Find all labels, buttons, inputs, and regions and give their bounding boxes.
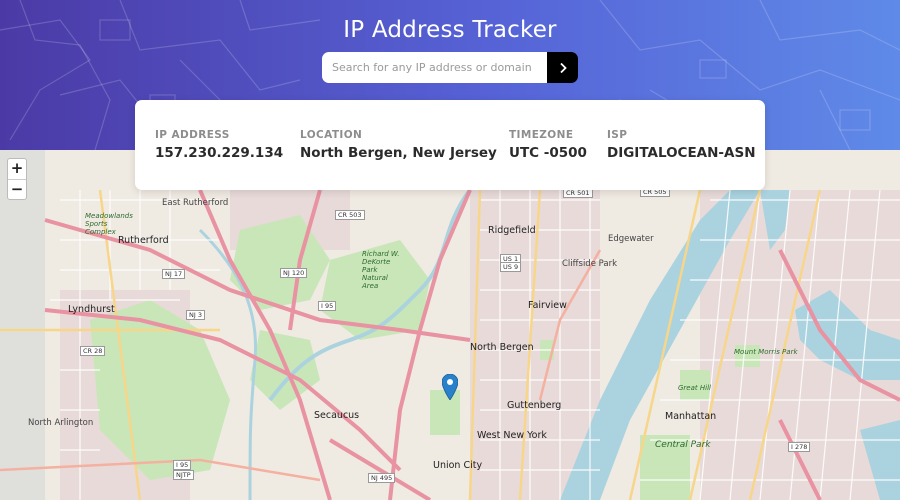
stat-label: LOCATION [300, 129, 363, 141]
map-label-rutherford: Rutherford [118, 235, 169, 246]
ip-info-card: IP ADDRESS 157.230.229.134 LOCATION Nort… [135, 100, 765, 190]
map-label-central-park: Central Park [655, 440, 711, 450]
search-input[interactable] [322, 52, 547, 83]
shield-nj3: NJ 3 [186, 310, 205, 320]
shield-cr28: CR 28 [80, 346, 106, 356]
map-label-north-arlington: North Arlington [28, 418, 94, 428]
map-label-meadowlands: Meadowlands Sports Complex [85, 212, 133, 236]
shield-nj17: NJ 17 [162, 269, 186, 279]
shield-i95a: I 95 [318, 301, 337, 311]
map-label-fairview: Fairview [528, 300, 567, 311]
search-submit-button[interactable] [547, 52, 578, 83]
stat-isp: ISP DIGITALOCEAN-ASN [607, 129, 756, 161]
map-label-richard-kane: Richard W. DeKorte Park Natural Area [362, 250, 400, 290]
stat-ip-address: IP ADDRESS 157.230.229.134 [155, 129, 283, 161]
map-label-north-bergen: North Bergen [470, 342, 534, 353]
shield-nj120: NJ 120 [280, 268, 308, 278]
shield-us9: US 9 [500, 262, 522, 272]
map-tiles [0, 150, 900, 500]
stat-label: TIMEZONE [509, 129, 574, 141]
location-marker-icon[interactable] [441, 373, 459, 404]
zoom-in-button[interactable]: + [8, 159, 26, 179]
shield-i95b: I 95 [173, 460, 192, 470]
stat-timezone: TIMEZONE UTC -0500 [509, 129, 587, 161]
map-label-cliffside-park: Cliffside Park [562, 259, 618, 269]
map-label-lyndhurst: Lyndhurst [68, 304, 115, 315]
stat-value: North Bergen, New Jersey [300, 145, 497, 161]
page-title: IP Address Tracker [343, 17, 557, 43]
map-label-manhattan: Manhattan [665, 411, 717, 422]
map-label-union-city: Union City [433, 460, 483, 471]
stat-value: DIGITALOCEAN-ASN [607, 145, 756, 161]
stat-value: UTC -0500 [509, 145, 587, 161]
shield-i278: I 278 [788, 442, 811, 452]
stat-label: IP ADDRESS [155, 129, 230, 141]
stat-label: ISP [607, 129, 628, 141]
shield-nj495: NJ 495 [368, 473, 396, 483]
search-bar [322, 52, 578, 83]
map-label-great-hill: Great Hill [678, 384, 711, 392]
map-view[interactable]: East Rutherford Rutherford Lyndhurst Nor… [0, 150, 900, 500]
stat-value: 157.230.229.134 [155, 145, 284, 161]
shield-cr503: CR 503 [335, 210, 365, 220]
map-label-edgewater: Edgewater [608, 234, 654, 244]
shield-njtp: NJTP [173, 470, 194, 480]
map-label-west-new-york: West New York [477, 430, 547, 441]
map-label-secaucus: Secaucus [314, 410, 360, 421]
zoom-out-button[interactable]: − [8, 179, 26, 199]
map-label-ridgefield: Ridgefield [488, 225, 536, 236]
map-label-east-rutherford: East Rutherford [162, 198, 229, 208]
map-label-mount-morris: Mount Morris Park [734, 348, 798, 356]
zoom-controls: + − [7, 158, 27, 200]
stat-location: LOCATION North Bergen, New Jersey [300, 129, 497, 161]
map-label-guttenberg: Guttenberg [507, 400, 562, 411]
chevron-right-icon [559, 62, 567, 73]
